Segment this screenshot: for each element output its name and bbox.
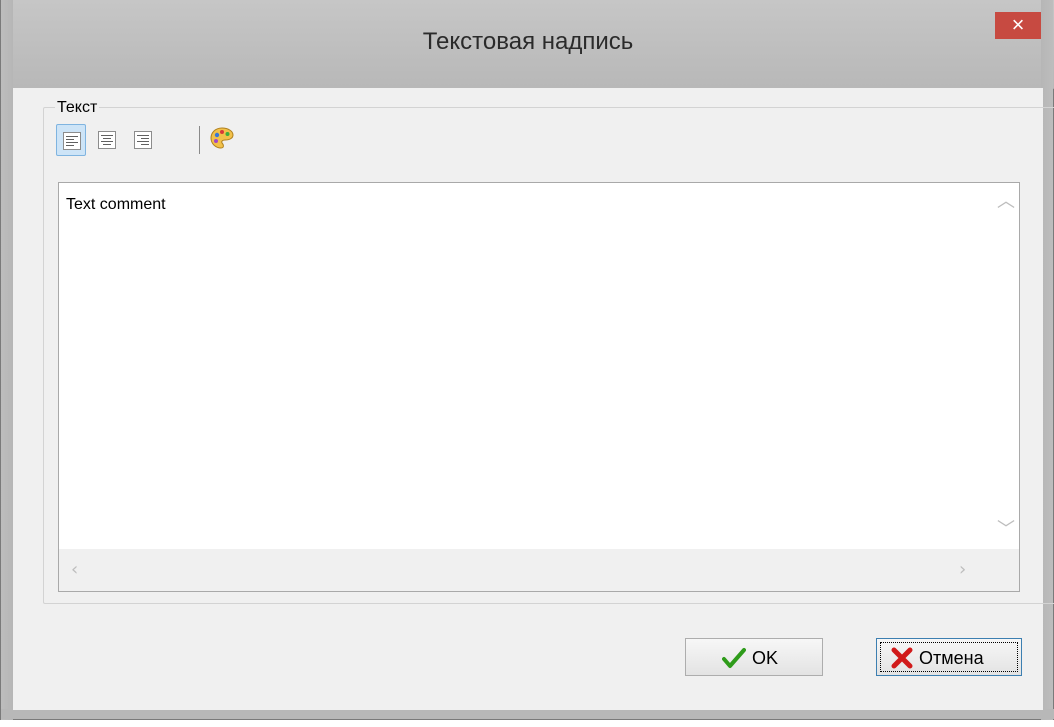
vertical-scrollbar[interactable]: ︿ ﹀	[989, 183, 1019, 549]
dialog-client-area: Текст Text comment ︿ ﹀ ‹ › OK Отмена	[13, 88, 1054, 710]
cancel-button[interactable]: Отмена	[876, 638, 1022, 676]
cancel-button-label: Отмена	[919, 648, 984, 668]
palette-icon	[210, 127, 234, 149]
cancel-x-icon	[891, 647, 913, 669]
align-left-button[interactable]	[56, 124, 86, 156]
align-right-icon	[134, 131, 152, 149]
window-title: Текстовая надпись	[422, 28, 634, 55]
checkmark-icon	[722, 648, 746, 668]
align-center-icon	[98, 131, 116, 149]
scroll-right-icon[interactable]: ›	[959, 561, 966, 579]
scroll-down-icon[interactable]: ﹀	[997, 521, 1015, 539]
close-button[interactable]: ×	[995, 12, 1041, 39]
align-left-icon	[63, 132, 81, 150]
window-frame-left	[1, 0, 13, 720]
align-center-button[interactable]	[92, 124, 122, 156]
text-editor[interactable]: Text comment ︿ ﹀ ‹ ›	[58, 182, 1020, 592]
toolbar-separator	[199, 126, 200, 154]
close-icon: ×	[1011, 12, 1025, 37]
scroll-left-icon[interactable]: ‹	[71, 561, 78, 579]
scrollbar-corner	[989, 549, 1019, 591]
horizontal-scrollbar[interactable]: ‹ ›	[59, 549, 989, 591]
dialog-window: Текстовая надпись × Текст Text comment ︿…	[0, 0, 1054, 720]
ok-button-label: OK	[752, 648, 779, 668]
window-frame-bottom	[1, 709, 1054, 719]
groupbox-label: Текст	[55, 99, 100, 117]
editor-text[interactable]: Text comment	[66, 196, 166, 214]
align-right-button[interactable]	[128, 124, 158, 156]
ok-button[interactable]: OK	[685, 638, 823, 676]
scroll-up-icon[interactable]: ︿	[997, 193, 1015, 211]
format-toolbar	[56, 124, 276, 158]
color-button[interactable]	[208, 124, 238, 156]
